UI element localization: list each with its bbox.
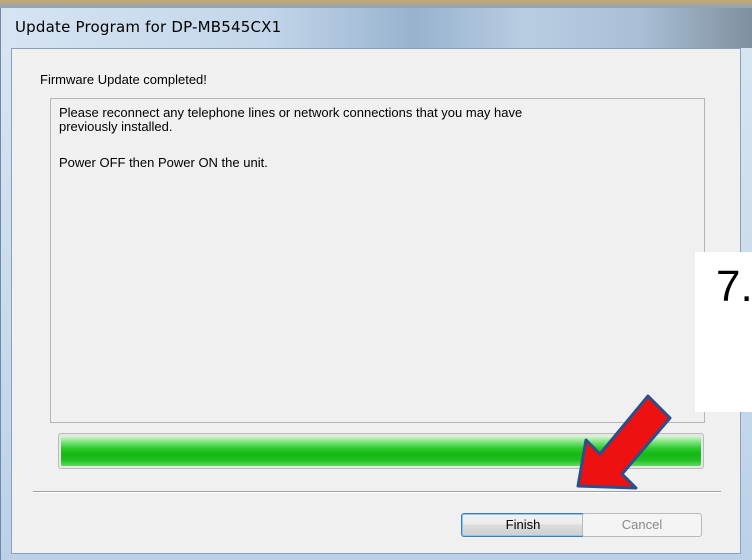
title-bar[interactable]: Update Program for DP-MB545CX1 bbox=[1, 8, 752, 48]
step-number-label: 7. bbox=[716, 262, 752, 311]
message-line: Please reconnect any telephone lines or … bbox=[59, 105, 523, 120]
message-line: Power OFF then Power ON the unit. bbox=[59, 155, 268, 170]
cancel-button[interactable]: Cancel bbox=[582, 513, 702, 537]
finish-button[interactable]: Finish bbox=[461, 513, 585, 537]
message-box: Please reconnect any telephone lines or … bbox=[50, 98, 705, 423]
message-line: previously installed. bbox=[59, 119, 173, 134]
window-title: Update Program for DP-MB545CX1 bbox=[15, 18, 282, 36]
dialog-heading: Firmware Update completed! bbox=[40, 72, 207, 87]
pointer-arrow-icon bbox=[576, 394, 672, 490]
